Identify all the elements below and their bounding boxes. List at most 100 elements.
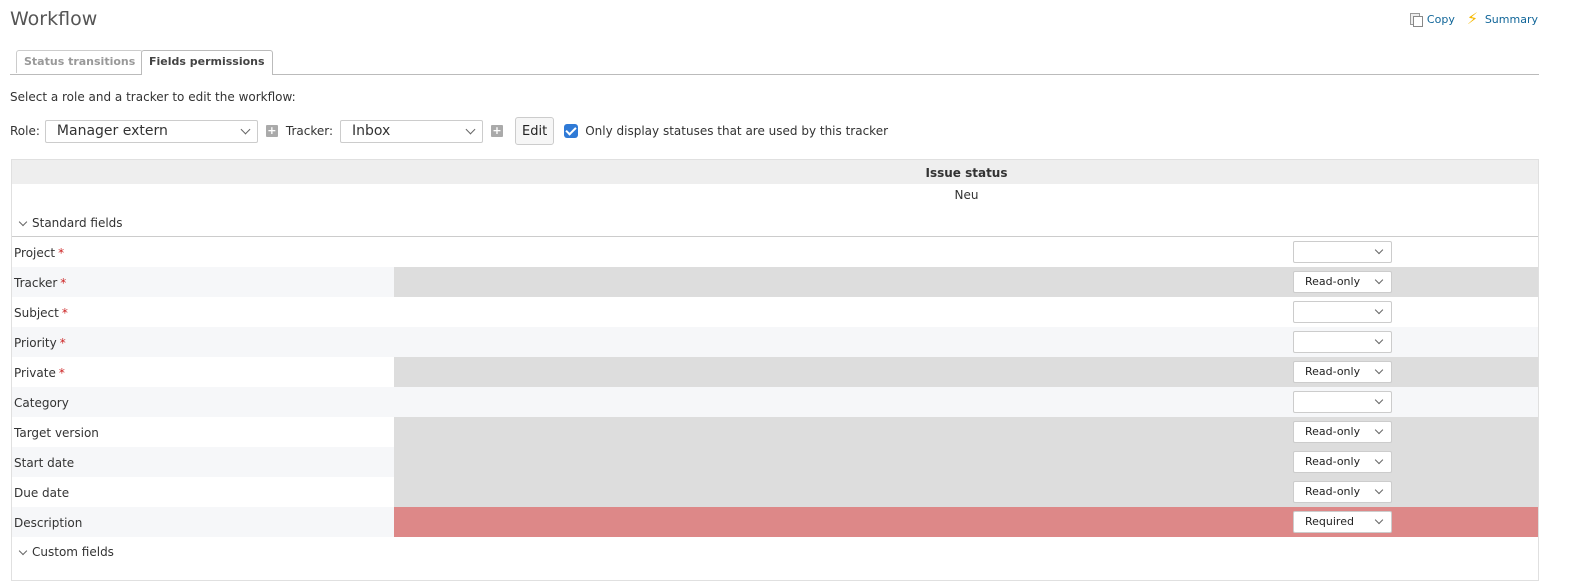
permission-value: Read-only bbox=[1305, 425, 1361, 438]
custom-fields-group[interactable]: Custom fields bbox=[12, 537, 1538, 565]
permission-select[interactable]: Required bbox=[1293, 511, 1392, 533]
field-label: Project bbox=[14, 246, 56, 260]
table-row: Subject * bbox=[12, 297, 1538, 327]
required-marker: * bbox=[58, 246, 65, 260]
field-name: Start date bbox=[14, 456, 74, 470]
permission-select[interactable]: Read-only bbox=[1293, 361, 1392, 383]
chevron-down-icon bbox=[240, 124, 251, 134]
standard-fields-group[interactable]: Standard fields bbox=[12, 208, 1538, 237]
copy-icon bbox=[1409, 12, 1423, 27]
permission-cell: Read-only bbox=[394, 477, 1538, 507]
summary-link-label: Summary bbox=[1484, 12, 1538, 26]
role-select-value: Manager extern bbox=[56, 123, 168, 139]
permission-select[interactable]: Read-only bbox=[1293, 451, 1392, 473]
contextual-actions: Copy ⚡ Summary bbox=[1409, 9, 1538, 28]
field-name: Tracker * bbox=[14, 276, 66, 290]
permission-cell: Read-only bbox=[394, 267, 1538, 297]
add-tracker-icon[interactable]: + bbox=[491, 125, 504, 137]
permission-select[interactable]: Read-only bbox=[1293, 271, 1392, 293]
status-header-row: Neu bbox=[12, 184, 1538, 208]
tab-status-transitions[interactable]: Status transitions bbox=[16, 50, 144, 73]
table-row: Target version Read-only bbox=[12, 417, 1538, 447]
intro-text: Select a role and a tracker to edit the … bbox=[10, 90, 296, 104]
only-used-statuses-checkbox[interactable] bbox=[564, 124, 579, 138]
role-label: Role: bbox=[10, 124, 40, 138]
table-row: Private * Read-only bbox=[12, 357, 1538, 387]
role-select[interactable]: Manager extern bbox=[44, 119, 258, 143]
field-label: Subject bbox=[14, 306, 59, 320]
chevron-down-icon bbox=[1374, 245, 1384, 255]
chevron-down-icon bbox=[1374, 275, 1384, 285]
field-label: Due date bbox=[14, 486, 70, 500]
chevron-down-icon bbox=[1374, 425, 1384, 435]
permission-cell: Required bbox=[394, 507, 1538, 537]
table-row: Category bbox=[12, 387, 1538, 417]
permission-value: Read-only bbox=[1305, 365, 1361, 378]
page-title: Workflow bbox=[10, 8, 98, 30]
required-marker: * bbox=[58, 366, 65, 380]
copy-link-label: Copy bbox=[1426, 12, 1455, 26]
field-label: Tracker bbox=[14, 276, 58, 290]
field-name: Category bbox=[14, 396, 69, 410]
chevron-down-icon bbox=[1374, 515, 1384, 525]
field-rows: Project * Tracker * Read-only Subject * Priorit… bbox=[12, 237, 1538, 537]
table-row: Start date Read-only bbox=[12, 447, 1538, 477]
only-used-statuses-label: Only display statuses that are used by t… bbox=[585, 124, 889, 138]
permission-select[interactable] bbox=[1293, 301, 1392, 323]
permission-cell bbox=[394, 297, 1538, 327]
field-label: Priority bbox=[14, 336, 57, 350]
required-marker: * bbox=[60, 276, 67, 290]
tracker-select-value: Inbox bbox=[352, 123, 391, 139]
edit-button[interactable]: Edit bbox=[515, 117, 555, 145]
permission-value: Read-only bbox=[1305, 275, 1361, 288]
required-marker: * bbox=[61, 306, 68, 320]
field-name: Description bbox=[14, 516, 82, 530]
field-name: Project * bbox=[14, 246, 64, 260]
permission-select[interactable]: Read-only bbox=[1293, 481, 1392, 503]
table-row: Description Required bbox=[12, 507, 1538, 537]
field-name: Target version bbox=[14, 426, 99, 440]
permission-value: Required bbox=[1305, 515, 1354, 528]
copy-link[interactable]: Copy bbox=[1409, 12, 1455, 27]
table-row: Tracker * Read-only bbox=[12, 267, 1538, 297]
tracker-select[interactable]: Inbox bbox=[340, 119, 484, 143]
field-label: Start date bbox=[14, 456, 75, 470]
permission-cell: Read-only bbox=[394, 447, 1538, 477]
chevron-down-icon bbox=[1374, 455, 1384, 465]
field-label: Private bbox=[14, 366, 56, 380]
permission-select[interactable] bbox=[1293, 331, 1392, 353]
field-label: Target version bbox=[14, 426, 99, 440]
standard-fields-label: Standard fields bbox=[32, 216, 123, 230]
lightning-icon: ⚡ bbox=[1466, 9, 1479, 28]
chevron-down-icon bbox=[1374, 305, 1384, 315]
tab-fields-permissions[interactable]: Fields permissions bbox=[141, 50, 273, 75]
permission-cell bbox=[394, 387, 1538, 417]
field-label: Category bbox=[14, 396, 69, 410]
chevron-down-icon bbox=[1374, 485, 1384, 495]
status-name: Neu bbox=[954, 188, 979, 202]
chevron-down-icon bbox=[1374, 395, 1384, 405]
permission-select[interactable] bbox=[1293, 391, 1392, 413]
chevron-down-icon bbox=[18, 217, 28, 227]
permission-select[interactable]: Read-only bbox=[1293, 421, 1392, 443]
issue-status-header: Issue status bbox=[925, 166, 1008, 180]
filter-bar: Role: Manager extern + Tracker: Inbox + … bbox=[10, 117, 888, 145]
required-marker: * bbox=[59, 336, 66, 350]
field-name: Priority * bbox=[14, 336, 66, 350]
summary-link[interactable]: ⚡ Summary bbox=[1466, 9, 1538, 28]
permission-cell bbox=[394, 327, 1538, 357]
table-header: Issue status bbox=[12, 160, 1538, 184]
table-row: Project * bbox=[12, 237, 1538, 267]
chevron-down-icon bbox=[18, 546, 28, 556]
permissions-table: Issue status Neu Standard fields Project… bbox=[11, 159, 1539, 581]
table-row: Due date Read-only bbox=[12, 477, 1538, 507]
permission-select[interactable] bbox=[1293, 241, 1392, 263]
tabs-bar: Status transitions Fields permissions bbox=[10, 50, 1539, 75]
table-row: Priority * bbox=[12, 327, 1538, 357]
field-name: Due date bbox=[14, 486, 69, 500]
field-name: Private * bbox=[14, 366, 65, 380]
tracker-label: Tracker: bbox=[285, 124, 334, 138]
add-role-icon[interactable]: + bbox=[265, 125, 278, 137]
chevron-down-icon bbox=[1374, 365, 1384, 375]
permission-value: Read-only bbox=[1305, 455, 1361, 468]
